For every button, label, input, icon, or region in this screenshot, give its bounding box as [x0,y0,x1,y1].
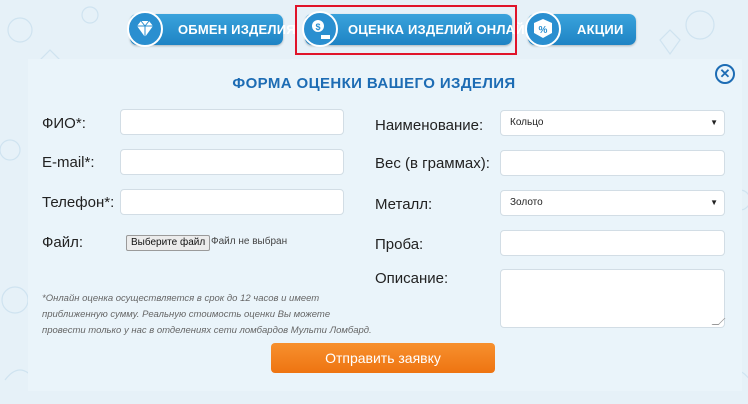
item-name-label: Наименование: [375,117,484,134]
note-line: *Онлайн оценка осуществляется в срок до … [42,293,320,304]
diamond-icon [127,11,163,47]
form-title: ФОРМА ОЦЕНКИ ВАШЕГО ИЗДЕЛИЯ [232,75,516,92]
weight-input[interactable] [500,150,725,176]
tab-promotions[interactable]: % АКЦИИ [525,11,636,47]
item-name-value: Кольцо [510,117,544,128]
svg-text:%: % [539,25,548,36]
percent-icon: % [525,11,561,47]
probe-label: Проба: [375,236,424,253]
metal-label: Металл: [375,196,433,213]
close-icon[interactable]: ✕ [715,64,735,84]
fio-input[interactable] [120,109,344,135]
tab-exchange-label: ОБМЕН ИЗДЕЛИЯ [178,22,296,37]
description-label: Описание: [375,270,449,287]
note-line: приближенную сумму. Реальную стоимость о… [42,309,331,320]
file-label: Файл: [42,234,84,251]
appraisal-note: *Онлайн оценка осуществляется в срок до … [42,291,372,339]
probe-input[interactable] [500,230,725,256]
choose-file-button[interactable]: Выберите файл [126,235,211,251]
resize-grip-icon[interactable] [711,318,726,325]
dropdown-caret-icon: ▼ [710,198,718,207]
metal-select[interactable]: Золото ▼ [500,190,725,216]
phone-input[interactable] [120,189,344,215]
tab-promotions-label: АКЦИИ [577,22,624,37]
fio-label: ФИО*: [42,115,86,132]
email-input[interactable] [120,149,344,175]
description-textarea[interactable] [500,269,726,328]
phone-label: Телефон*: [42,194,115,211]
email-label: E-mail*: [42,154,95,171]
weight-label: Вес (в граммах): [375,155,490,172]
tab-exchange[interactable]: ОБМЕН ИЗДЕЛИЯ [127,11,296,47]
item-name-select[interactable]: Кольцо ▼ [500,110,725,136]
metal-value: Золото [510,197,543,208]
file-status-text: Файл не выбран [211,236,288,247]
submit-button[interactable]: Отправить заявку [271,343,495,373]
note-line: провести только у нас в отделениях сети … [42,325,372,336]
dropdown-caret-icon: ▼ [710,118,718,127]
active-tab-highlight [295,5,517,55]
